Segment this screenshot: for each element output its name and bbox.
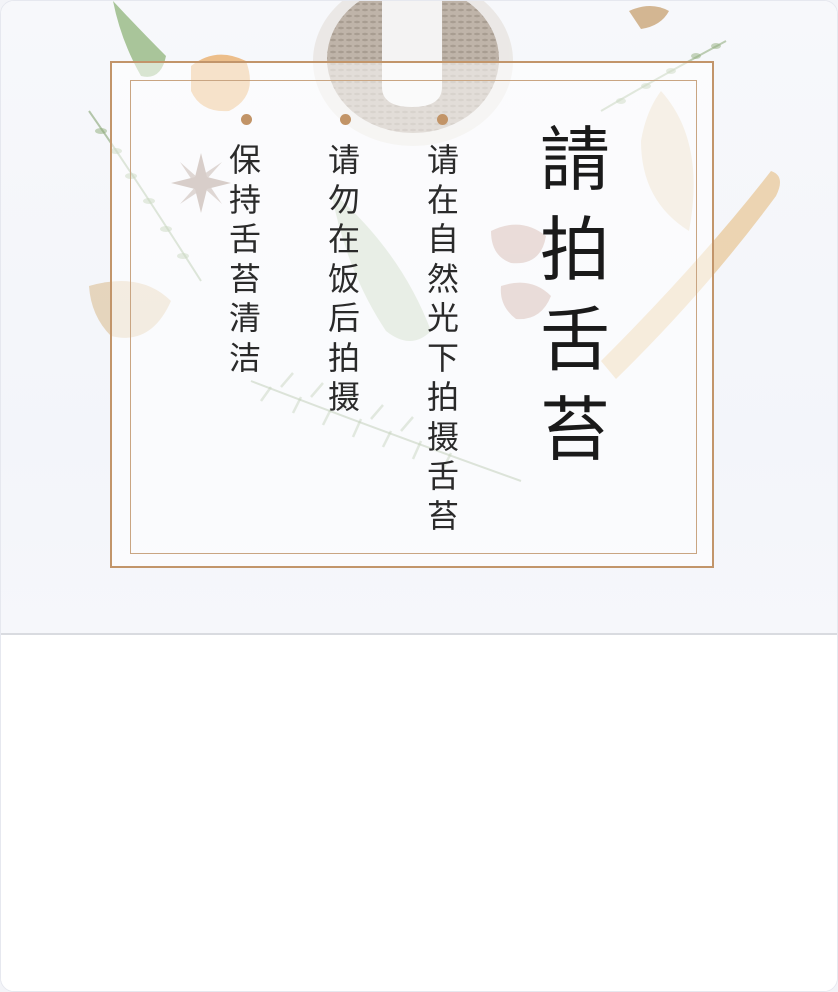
tip-bullet-dot xyxy=(437,114,448,125)
tip-char: 拍 xyxy=(426,378,459,416)
camera-preview-area xyxy=(1,635,837,991)
tip-not-after-meal: 请 勿 在 饭 后 拍 摄 xyxy=(324,141,364,418)
tip-char: 饭 xyxy=(327,259,360,298)
tongue-photo-guide-screen: 請 拍 舌 苔 请 在 自 然 光 下 拍 摄 舌 苔 请 勿 在 饭 后 拍 … xyxy=(0,0,838,992)
instruction-hero: 請 拍 舌 苔 请 在 自 然 光 下 拍 摄 舌 苔 请 勿 在 饭 后 拍 … xyxy=(1,1,837,634)
tip-char: 下 xyxy=(426,338,459,377)
tip-char: 请 xyxy=(327,141,360,179)
tip-keep-clean: 保 持 舌 苔 清 洁 xyxy=(225,141,265,378)
tip-char: 摄 xyxy=(426,417,459,456)
tip-natural-light: 请 在 自 然 光 下 拍 摄 舌 苔 xyxy=(423,141,463,536)
title-char: 苔 xyxy=(540,389,610,471)
page-title: 請 拍 舌 苔 xyxy=(537,115,613,475)
tip-char: 苔 xyxy=(228,259,261,298)
tip-char: 洁 xyxy=(228,338,261,377)
tip-char: 光 xyxy=(426,299,459,337)
tip-char: 摄 xyxy=(327,378,360,416)
tip-char: 舌 xyxy=(228,220,261,258)
tip-bullet-dot xyxy=(241,114,252,125)
title-char: 拍 xyxy=(540,209,610,291)
tip-char: 苔 xyxy=(426,496,459,535)
tip-char: 清 xyxy=(228,299,261,337)
tip-char: 在 xyxy=(426,180,459,219)
tip-char: 自 xyxy=(426,220,459,258)
title-char: 請 xyxy=(540,119,610,201)
tip-char: 后 xyxy=(327,299,360,337)
tip-char: 舌 xyxy=(426,457,459,495)
tip-char: 保 xyxy=(228,141,261,179)
tip-char: 然 xyxy=(426,259,459,298)
tip-char: 持 xyxy=(228,180,261,219)
tip-bullet-dot xyxy=(340,114,351,125)
tip-char: 拍 xyxy=(327,338,360,377)
tip-char: 在 xyxy=(327,220,360,258)
tip-char: 勿 xyxy=(327,180,360,219)
tip-char: 请 xyxy=(426,141,459,179)
title-char: 舌 xyxy=(540,299,610,381)
